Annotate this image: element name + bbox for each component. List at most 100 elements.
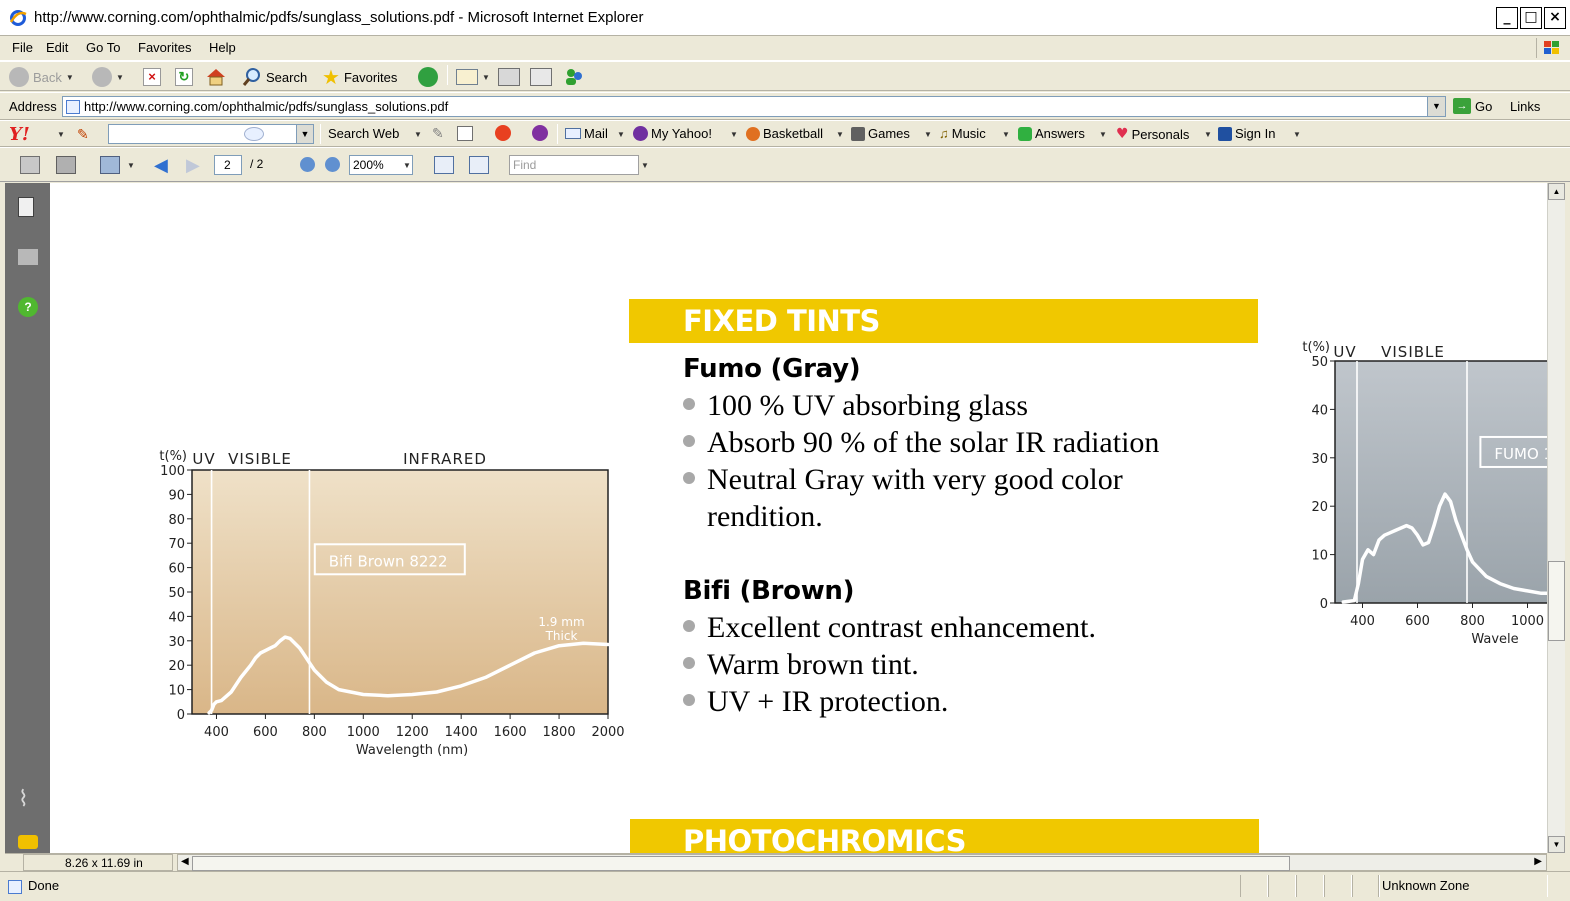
horizontal-scrollbar[interactable]: ◀ ▶ bbox=[177, 854, 1547, 871]
history-button[interactable] bbox=[418, 66, 438, 88]
chevron-down-icon[interactable]: ▼ bbox=[730, 130, 738, 139]
address-input[interactable]: http://www.corning.com/ophthalmic/pdfs/s… bbox=[62, 96, 1446, 117]
y-axis-label: t(%) bbox=[159, 449, 187, 464]
chevron-down-icon[interactable]: ▼ bbox=[641, 161, 649, 170]
find-input[interactable]: Find bbox=[509, 155, 639, 175]
horizontal-scrollbar-area: 8.26 x 11.69 in ◀ ▶ bbox=[5, 853, 1547, 871]
binoculars-icon[interactable] bbox=[18, 249, 38, 265]
plot-area bbox=[1334, 360, 1547, 604]
basketball-link[interactable]: Basketball bbox=[746, 126, 823, 141]
scroll-right-icon[interactable]: ▶ bbox=[1534, 856, 1542, 867]
envelope-icon bbox=[565, 128, 581, 139]
save-icon[interactable] bbox=[56, 156, 76, 174]
menu-file[interactable]: File bbox=[12, 40, 33, 55]
next-page-icon[interactable]: ▶ bbox=[186, 155, 200, 176]
mail-button[interactable]: ▼ bbox=[456, 66, 490, 88]
vertical-scroll-thumb[interactable] bbox=[1548, 561, 1565, 641]
horizontal-scroll-thumb[interactable] bbox=[192, 856, 1290, 871]
fumo-heading: Fumo (Gray) bbox=[683, 354, 861, 384]
pencil-icon[interactable]: ✎ bbox=[77, 126, 89, 143]
joystick-icon bbox=[851, 126, 865, 141]
print-icon[interactable] bbox=[20, 156, 40, 174]
y-tick-label: 50 bbox=[1311, 355, 1328, 370]
refresh-button[interactable]: ↻ bbox=[175, 66, 193, 88]
email-pdf-icon[interactable] bbox=[100, 156, 120, 174]
edit-button[interactable] bbox=[530, 66, 552, 88]
window-title: http://www.corning.com/ophthalmic/pdfs/s… bbox=[34, 9, 644, 26]
close-button[interactable]: × bbox=[1544, 7, 1566, 29]
comments-icon[interactable] bbox=[18, 835, 38, 849]
y-tick-label: 20 bbox=[1311, 500, 1328, 515]
chevron-down-icon[interactable]: ▼ bbox=[403, 161, 411, 170]
scroll-up-button[interactable]: ▲ bbox=[1548, 183, 1565, 200]
address-dropdown-button[interactable]: ▼ bbox=[1427, 97, 1445, 116]
menu-go-to[interactable]: Go To bbox=[86, 40, 120, 55]
home-button[interactable] bbox=[205, 66, 227, 88]
fit-page-icon[interactable] bbox=[469, 156, 489, 174]
forward-button[interactable]: ▼ bbox=[92, 66, 124, 88]
legend-label: FUMO 1 bbox=[1494, 445, 1547, 463]
messenger-button[interactable] bbox=[563, 66, 585, 88]
sign-in-button[interactable]: Sign In bbox=[1218, 126, 1275, 141]
music-link[interactable]: ♫ Music bbox=[939, 126, 986, 141]
print-button[interactable] bbox=[498, 66, 520, 88]
status-bar: Done Unknown Zone bbox=[0, 871, 1570, 901]
section-title: FIXED TINTS bbox=[683, 304, 880, 338]
sign-in-icon bbox=[1218, 126, 1232, 141]
page-size-label: 8.26 x 11.69 in bbox=[23, 854, 173, 871]
chevron-down-icon[interactable]: ▼ bbox=[127, 161, 135, 170]
chevron-down-icon: ▼ bbox=[65, 72, 74, 82]
search-dropdown-button[interactable]: ▼ bbox=[296, 125, 313, 143]
mail-link[interactable]: Mail bbox=[565, 126, 608, 141]
stop-button[interactable]: × bbox=[143, 66, 161, 88]
y-tick-label: 100 bbox=[160, 464, 185, 479]
links-button[interactable]: Links bbox=[1510, 99, 1540, 114]
chevron-down-icon[interactable]: ▼ bbox=[617, 130, 625, 139]
scroll-left-icon[interactable]: ◀ bbox=[181, 856, 189, 867]
highlight-icon[interactable]: ✎ bbox=[432, 125, 444, 142]
chevron-down-icon[interactable]: ▼ bbox=[57, 130, 65, 139]
yahoo-search-input[interactable]: ▼ bbox=[108, 124, 314, 144]
yahoo-toolbar: Y! ▼ ✎ ▼ Search Web ▼ ✎ Mail My Yahoo! B… bbox=[0, 120, 1570, 147]
menu-help[interactable]: Help bbox=[209, 40, 236, 55]
menu-favorites[interactable]: Favorites bbox=[138, 40, 191, 55]
previous-page-icon[interactable]: ◀ bbox=[154, 155, 168, 176]
y-tick-label: 80 bbox=[168, 513, 185, 528]
pages-icon[interactable] bbox=[18, 197, 34, 217]
help-icon[interactable]: ? bbox=[18, 297, 38, 317]
search-web-button[interactable]: Search Web bbox=[328, 126, 399, 141]
y-tick-label: 30 bbox=[1311, 452, 1328, 467]
answers-link[interactable]: Answers bbox=[1018, 126, 1085, 141]
page-number-input[interactable]: 2 bbox=[214, 155, 242, 175]
zoom-in-icon[interactable] bbox=[325, 157, 340, 172]
games-link[interactable]: Games bbox=[851, 126, 910, 141]
paperclip-icon[interactable]: ⌇ bbox=[18, 786, 38, 811]
chevron-down-icon: ▼ bbox=[116, 72, 124, 82]
chevron-down-icon[interactable]: ▼ bbox=[1099, 130, 1107, 139]
chevron-down-icon[interactable]: ▼ bbox=[836, 130, 844, 139]
chevron-down-icon[interactable]: ▼ bbox=[1002, 130, 1010, 139]
chevron-down-icon[interactable]: ▼ bbox=[414, 130, 422, 139]
antispy-icon[interactable] bbox=[495, 125, 511, 141]
back-button[interactable]: Back ▼ bbox=[9, 66, 74, 88]
go-button[interactable]: → Go bbox=[1453, 98, 1492, 114]
scroll-down-button[interactable]: ▼ bbox=[1548, 836, 1565, 853]
zoom-out-icon[interactable] bbox=[300, 157, 315, 172]
minimize-button[interactable]: _ bbox=[1496, 7, 1518, 29]
fit-width-icon[interactable] bbox=[434, 156, 454, 174]
chevron-down-icon[interactable]: ▼ bbox=[1204, 130, 1212, 139]
vertical-scrollbar[interactable]: ▲ ▼ bbox=[1547, 183, 1565, 853]
headphones-icon[interactable] bbox=[532, 125, 548, 141]
maximize-button[interactable]: □ bbox=[1520, 7, 1542, 29]
personals-link[interactable]: ♥ Personals bbox=[1116, 126, 1189, 142]
yahoo-logo[interactable]: Y! bbox=[9, 124, 30, 145]
y-tick-label: 40 bbox=[1311, 403, 1328, 418]
chevron-down-icon[interactable]: ▼ bbox=[924, 130, 932, 139]
my-yahoo-link[interactable]: My Yahoo! bbox=[633, 126, 712, 141]
form-icon[interactable] bbox=[457, 126, 473, 141]
chevron-down-icon[interactable]: ▼ bbox=[1293, 130, 1301, 139]
menu-edit[interactable]: Edit bbox=[46, 40, 68, 55]
x-tick-label: 1000 bbox=[1511, 614, 1544, 629]
search-button[interactable]: Search bbox=[242, 66, 307, 88]
favorites-button[interactable]: ★ Favorites bbox=[322, 66, 397, 88]
